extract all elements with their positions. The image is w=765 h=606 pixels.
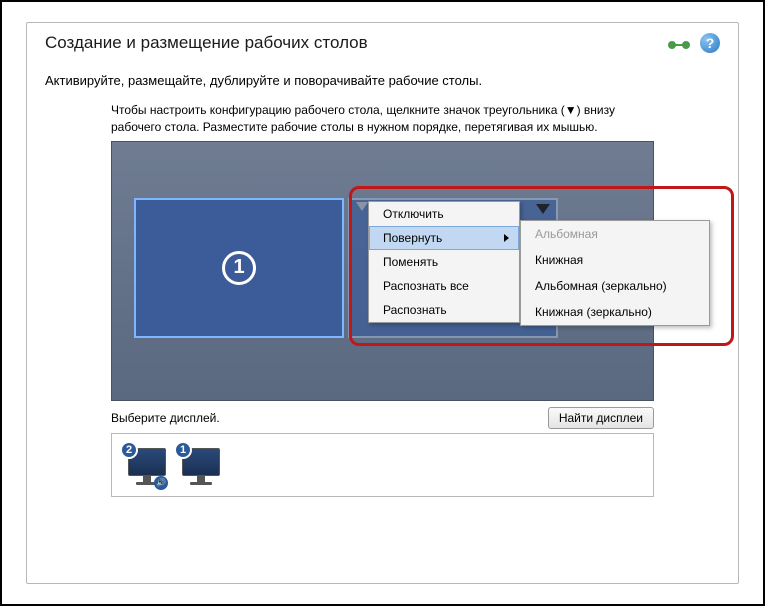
page-description: Чтобы настроить конфигурацию рабочего ст… — [27, 88, 738, 141]
menu-item-identify[interactable]: Распознать — [369, 298, 519, 322]
submenu-item-landscape-flipped[interactable]: Альбомная (зеркально) — [521, 273, 709, 299]
rotate-submenu: Альбомная Книжная Альбомная (зеркально) … — [520, 220, 710, 326]
window-header: Создание и размещение рабочих столов ? — [27, 23, 738, 59]
chevron-down-icon[interactable] — [536, 204, 550, 214]
menu-item-identify-all[interactable]: Распознать все — [369, 274, 519, 298]
desktop-monitor-1[interactable]: 1 — [134, 198, 344, 338]
find-displays-button[interactable]: Найти дисплеи — [548, 407, 654, 429]
menu-item-disable[interactable]: Отключить — [369, 202, 519, 226]
page-title: Создание и размещение рабочих столов — [45, 33, 668, 53]
help-icon[interactable]: ? — [700, 33, 720, 53]
display-thumb-2[interactable]: 2 🔊 — [118, 439, 170, 491]
page-subtitle: Активируйте, размещайте, дублируйте и по… — [27, 59, 738, 88]
chevron-down-icon — [356, 202, 368, 211]
submenu-item-portrait[interactable]: Книжная — [521, 247, 709, 273]
submenu-arrow-icon — [504, 234, 509, 242]
display-selector-box: 2 🔊 1 — [111, 433, 654, 497]
display-number-badge: 2 — [120, 441, 138, 459]
context-menu: Отключить Повернуть Поменять Распознать … — [368, 201, 520, 323]
select-display-label: Выберите дисплей. — [111, 411, 548, 425]
audio-icon: 🔊 — [154, 476, 168, 490]
submenu-item-portrait-flipped[interactable]: Книжная (зеркально) — [521, 299, 709, 325]
menu-item-rotate[interactable]: Повернуть — [369, 226, 519, 250]
monitor-number-badge: 1 — [222, 251, 256, 285]
display-number-badge: 1 — [174, 441, 192, 459]
submenu-item-landscape: Альбомная — [521, 221, 709, 247]
display-thumb-1[interactable]: 1 — [172, 439, 224, 491]
menu-item-swap[interactable]: Поменять — [369, 250, 519, 274]
home-theater-icon[interactable] — [668, 36, 690, 50]
